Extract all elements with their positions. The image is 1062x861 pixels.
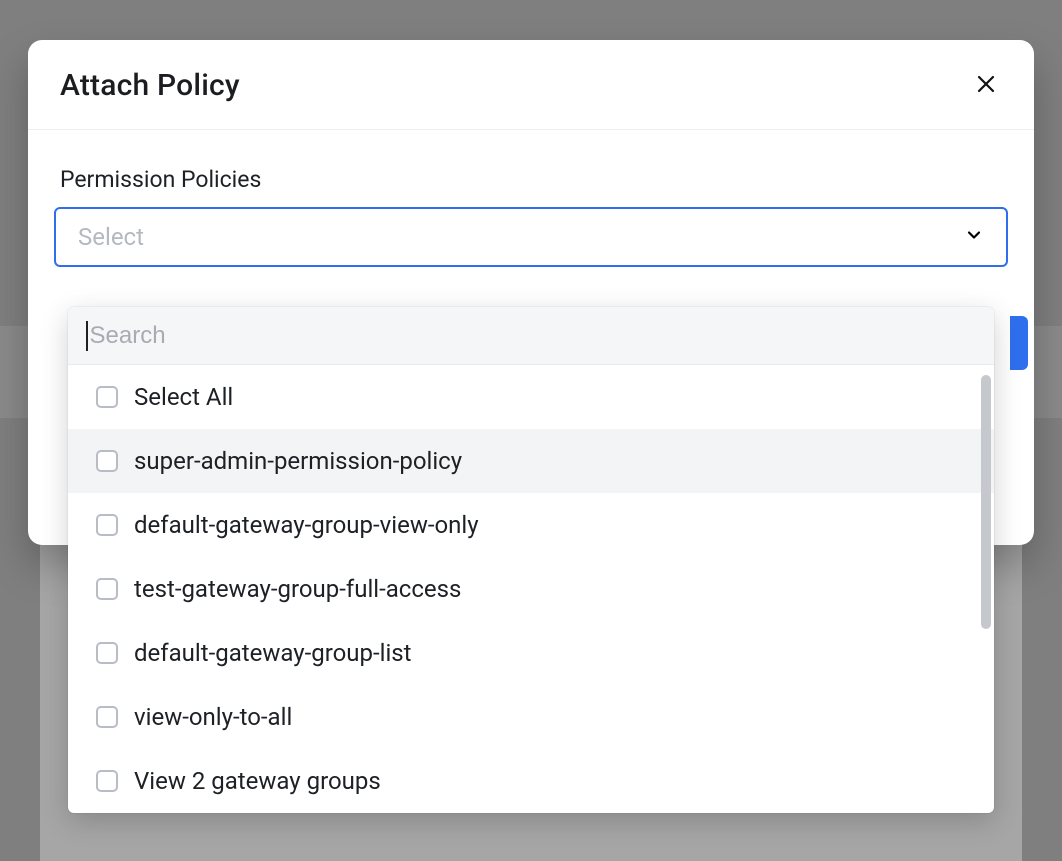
checkbox[interactable] <box>96 770 118 792</box>
select-placeholder: Select <box>78 223 144 251</box>
policy-option[interactable]: super-admin-permission-policy <box>68 429 994 493</box>
select-all-label: Select All <box>134 383 233 411</box>
policy-option[interactable]: view-only-to-all <box>68 685 994 749</box>
policy-option-label: test-gateway-group-full-access <box>134 575 461 603</box>
policy-option-label: super-admin-permission-policy <box>134 447 462 475</box>
policy-option[interactable]: default-gateway-group-list <box>68 621 994 685</box>
close-icon <box>974 72 998 99</box>
checkbox[interactable] <box>96 706 118 728</box>
dropdown-options-list: Select All super-admin-permission-policy… <box>68 365 994 813</box>
policy-option-label: default-gateway-group-view-only <box>134 511 479 539</box>
chevron-down-icon <box>964 225 984 249</box>
policy-option-label: View 2 gateway groups <box>134 767 381 795</box>
policy-option-label: default-gateway-group-list <box>134 639 412 667</box>
dropdown-options-container: Select All super-admin-permission-policy… <box>68 365 994 813</box>
policies-dropdown: Select All super-admin-permission-policy… <box>68 307 994 813</box>
modal-header: Attach Policy <box>28 40 1034 130</box>
policy-option[interactable]: View 2 gateway groups <box>68 749 994 813</box>
checkbox[interactable] <box>96 642 118 664</box>
modal-title: Attach Policy <box>60 68 240 103</box>
text-cursor <box>86 321 88 351</box>
policy-option[interactable]: test-gateway-group-full-access <box>68 557 994 621</box>
submit-button-edge[interactable] <box>1010 316 1028 370</box>
checkbox[interactable] <box>96 450 118 472</box>
checkbox[interactable] <box>96 578 118 600</box>
close-button[interactable] <box>970 68 1002 103</box>
checkbox[interactable] <box>96 386 118 408</box>
dropdown-search-row <box>68 307 994 365</box>
permission-policies-select[interactable]: Select <box>54 207 1008 267</box>
dropdown-scrollbar[interactable] <box>981 375 991 629</box>
checkbox[interactable] <box>96 514 118 536</box>
select-all-option[interactable]: Select All <box>68 365 994 429</box>
policy-option-label: view-only-to-all <box>134 703 292 731</box>
dropdown-search-input[interactable] <box>90 322 977 350</box>
permission-policies-label: Permission Policies <box>60 166 1008 193</box>
policy-option[interactable]: default-gateway-group-view-only <box>68 493 994 557</box>
